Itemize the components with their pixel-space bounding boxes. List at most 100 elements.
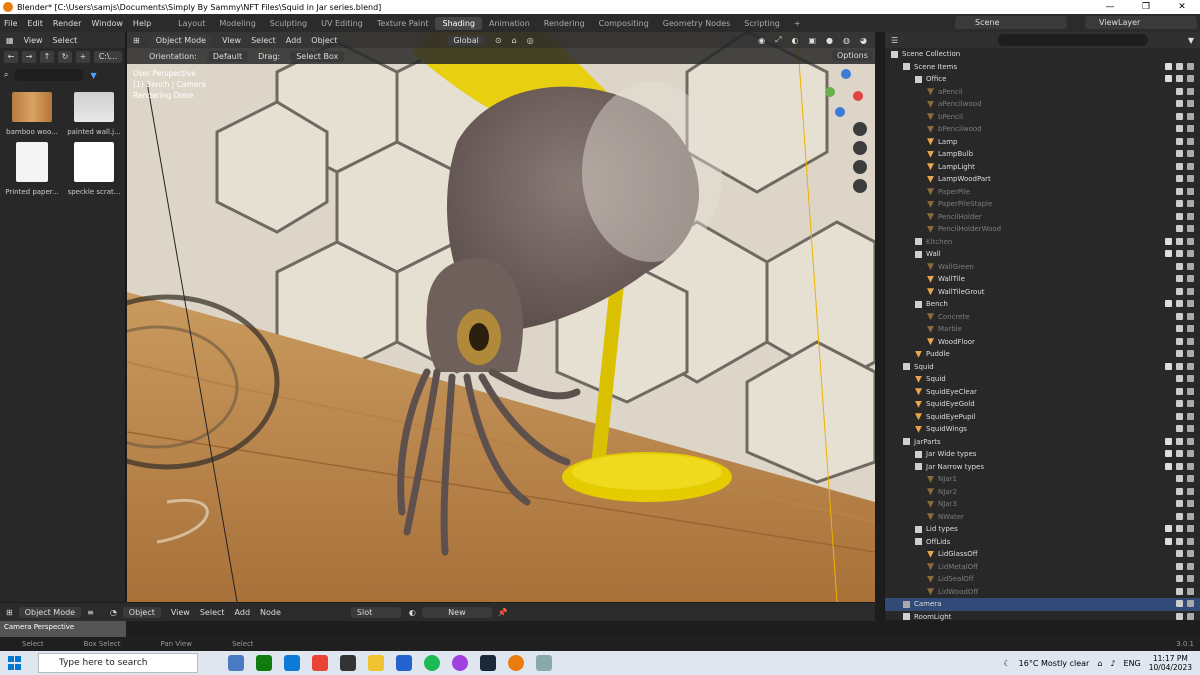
vp-menu-select[interactable]: Select <box>251 36 276 45</box>
render-camera-icon[interactable] <box>1187 425 1194 432</box>
outliner-row[interactable]: LidGlassOff <box>885 548 1200 561</box>
workspace-tab[interactable]: Texture Paint <box>370 17 436 30</box>
visibility-eye-icon[interactable] <box>1176 162 1183 170</box>
menu-window[interactable]: Window <box>91 19 123 28</box>
outliner-row[interactable]: LidWoodOff <box>885 586 1200 599</box>
exclude-checkbox[interactable] <box>1165 250 1172 257</box>
outliner-row[interactable]: Camera <box>885 598 1200 611</box>
visibility-eye-icon[interactable] <box>1176 412 1183 420</box>
windows-start-icon[interactable] <box>8 656 28 670</box>
outliner-row[interactable]: JarParts <box>885 436 1200 449</box>
render-camera-icon[interactable] <box>1187 225 1194 232</box>
outliner-row[interactable]: Bench <box>885 298 1200 311</box>
workspace-tab[interactable]: Modeling <box>212 17 262 30</box>
editor-type-icon[interactable]: ⊞ <box>133 36 140 45</box>
visibility-eye-icon[interactable] <box>1176 450 1183 457</box>
menu-edit[interactable]: Edit <box>27 19 43 28</box>
render-camera-icon[interactable] <box>1187 75 1194 82</box>
new-folder-icon[interactable]: + <box>76 51 90 63</box>
editor-type-icon[interactable]: ☰ <box>891 36 898 45</box>
xray-icon[interactable]: ▣ <box>808 36 816 45</box>
outliner-row[interactable]: WallGreen <box>885 261 1200 274</box>
exclude-checkbox[interactable] <box>1165 450 1172 457</box>
node-editor-type-icon[interactable]: ◔ <box>110 608 117 617</box>
render-camera-icon[interactable] <box>1187 600 1194 607</box>
node-menu-add[interactable]: Add <box>235 608 251 617</box>
render-camera-icon[interactable] <box>1187 562 1194 570</box>
workspace-tab[interactable]: Geometry Nodes <box>656 17 737 30</box>
outliner-row[interactable]: SquidEyePupil <box>885 411 1200 424</box>
outliner-row[interactable]: Squid <box>885 361 1200 374</box>
scene-selector[interactable]: Scene <box>955 16 1067 29</box>
outliner-row[interactable]: PaperPile <box>885 186 1200 199</box>
outliner-row[interactable]: Jar Narrow types <box>885 461 1200 474</box>
render-camera-icon[interactable] <box>1187 337 1194 345</box>
visibility-eye-icon[interactable] <box>1176 400 1183 407</box>
visibility-eye-icon[interactable] <box>1176 137 1183 145</box>
chrome-icon[interactable] <box>312 655 328 671</box>
outliner-row[interactable]: NJar3 <box>885 498 1200 511</box>
render-camera-icon[interactable] <box>1187 237 1194 245</box>
outliner-row[interactable]: LampWoodPart <box>885 173 1200 186</box>
outliner-row[interactable]: Lid types <box>885 523 1200 536</box>
render-camera-icon[interactable] <box>1187 400 1194 407</box>
parent-dir-icon[interactable]: ↑ <box>40 51 54 63</box>
render-camera-icon[interactable] <box>1187 212 1194 220</box>
render-camera-icon[interactable] <box>1187 487 1194 495</box>
visibility-eye-icon[interactable] <box>1176 550 1183 557</box>
render-camera-icon[interactable] <box>1187 112 1194 120</box>
overlay-icon[interactable]: ◐ <box>792 36 799 45</box>
navigation-gizmo[interactable] <box>820 66 870 120</box>
3d-viewport[interactable] <box>127 32 875 602</box>
refresh-icon[interactable]: ↻ <box>58 51 72 63</box>
visibility-eye-icon[interactable] <box>1176 600 1183 607</box>
outliner-row[interactable]: LidSealOff <box>885 573 1200 586</box>
visibility-eye-icon[interactable] <box>1176 387 1183 395</box>
camera-view-icon[interactable] <box>853 160 867 174</box>
visibility-eye-icon[interactable] <box>1176 175 1183 182</box>
visibility-eye-icon[interactable] <box>1176 112 1183 120</box>
blender-taskbar-icon[interactable] <box>508 655 524 671</box>
visibility-eye-icon[interactable] <box>1176 562 1183 570</box>
render-camera-icon[interactable] <box>1187 587 1194 595</box>
render-camera-icon[interactable] <box>1187 325 1194 332</box>
vp-menu-add[interactable]: Add <box>286 36 302 45</box>
exclude-checkbox[interactable] <box>1165 437 1172 445</box>
visibility-eye-icon[interactable] <box>1176 237 1183 245</box>
fb-menu-view[interactable]: View <box>24 36 43 45</box>
menu-file[interactable]: File <box>4 19 17 28</box>
zoom-icon[interactable] <box>853 122 867 136</box>
render-camera-icon[interactable] <box>1187 175 1194 182</box>
viewport-visibility-icon[interactable]: ◉ <box>758 36 765 45</box>
workspace-tab[interactable]: Layout <box>171 17 212 30</box>
outliner-row[interactable]: Office <box>885 73 1200 86</box>
visibility-eye-icon[interactable] <box>1176 612 1183 620</box>
bottom-object-mode-dropdown[interactable]: Object Mode <box>18 606 82 618</box>
options-button[interactable]: Options <box>832 50 873 61</box>
editor-type-icon[interactable]: ▦ <box>6 36 14 45</box>
visibility-eye-icon[interactable] <box>1176 575 1183 582</box>
terminal-icon[interactable] <box>340 655 356 671</box>
proportional-edit-icon[interactable]: ◎ <box>527 36 534 45</box>
shading-solid-icon[interactable]: ● <box>826 36 833 45</box>
visibility-eye-icon[interactable] <box>1176 462 1183 470</box>
visibility-eye-icon[interactable] <box>1176 275 1183 282</box>
object-mode-dropdown[interactable]: Object Mode <box>149 34 213 46</box>
render-camera-icon[interactable] <box>1187 612 1194 620</box>
pan-hand-icon[interactable] <box>853 141 867 155</box>
outliner-row[interactable]: Kitchen <box>885 236 1200 249</box>
render-camera-icon[interactable] <box>1187 262 1194 270</box>
visibility-eye-icon[interactable] <box>1176 350 1183 357</box>
workspace-tab[interactable]: Scripting <box>737 17 787 30</box>
outliner-row[interactable]: WallTile <box>885 273 1200 286</box>
visibility-eye-icon[interactable] <box>1176 475 1183 482</box>
filter-icon[interactable]: ▼ <box>1188 36 1194 45</box>
render-camera-icon[interactable] <box>1187 575 1194 582</box>
vp-menu-object[interactable]: Object <box>311 36 337 45</box>
new-material-button[interactable]: New <box>421 606 492 618</box>
menu-render[interactable]: Render <box>53 19 81 28</box>
taskbar-search-input[interactable]: Type here to search <box>38 653 198 673</box>
exclude-checkbox[interactable] <box>1165 537 1172 545</box>
exclude-checkbox[interactable] <box>1165 62 1172 70</box>
visibility-eye-icon[interactable] <box>1176 312 1183 320</box>
